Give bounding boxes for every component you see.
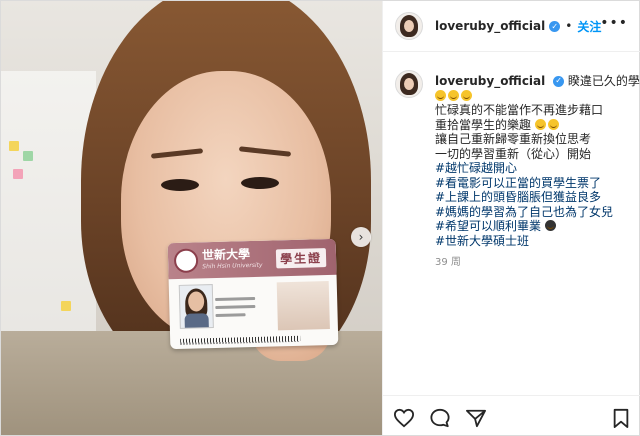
hashtag-link[interactable]: #媽媽的學習為了自己也為了女兒 — [435, 205, 640, 220]
post-timestamp[interactable]: 39 周 — [435, 256, 640, 271]
post-header: loveruby_official ✓ • 关注 ••• — [383, 1, 640, 52]
hashtag-row: #希望可以順利畢業 — [435, 219, 640, 234]
caption-first-line: 睽違已久的學生證 — [567, 74, 640, 88]
hashtag-link[interactable]: #上課上的頭昏腦脹但獲益良多 — [435, 190, 640, 205]
left-eye — [161, 179, 199, 191]
id-school-name-en: Shih Hsin University — [202, 261, 263, 271]
id-info-lines — [215, 296, 256, 322]
caption-area: loveruby_official ✓ 睽違已久的學生證 忙碌真的不能當作不再進… — [383, 52, 640, 271]
right-eye — [241, 177, 279, 189]
id-campus-image — [276, 281, 330, 331]
sticky-note — [23, 151, 33, 161]
id-portrait — [178, 284, 214, 329]
caption-avatar[interactable] — [395, 70, 423, 98]
hashtag-link[interactable]: #希望可以順利畢業 — [435, 219, 541, 233]
sticky-note — [9, 141, 19, 151]
post-side-panel: loveruby_official ✓ • 关注 ••• loveruby_of… — [382, 1, 640, 435]
graduation-cap-emoji-icon — [544, 220, 556, 231]
share-icon[interactable] — [465, 408, 487, 428]
caption-row: loveruby_official ✓ 睽違已久的學生證 忙碌真的不能當作不再進… — [395, 70, 640, 271]
student-id-card: 世新大學 Shih Hsin University 學生證 — [167, 238, 339, 350]
nerd-emoji-icon — [547, 118, 559, 130]
emoji-row — [435, 89, 640, 104]
comment-icon[interactable] — [429, 408, 451, 428]
next-slide-button[interactable]: › — [351, 227, 371, 247]
instagram-post: 世新大學 Shih Hsin University 學生證 › loveruby… — [0, 0, 640, 436]
verified-badge-icon: ✓ — [549, 20, 561, 32]
more-options-icon[interactable]: ••• — [600, 15, 628, 31]
id-school-name: 世新大學 — [201, 247, 251, 263]
bookmark-icon[interactable] — [610, 408, 632, 428]
chevron-right-icon: › — [358, 230, 364, 244]
hashtag-link[interactable]: #世新大學碩士班 — [435, 234, 640, 249]
hashtag-link[interactable]: #越忙碌越開心 — [435, 161, 640, 176]
caption-line: 忙碌真的不能當作不再進步藉口 — [435, 103, 604, 117]
caption-line: 重拾當學生的樂趣 — [435, 118, 640, 133]
caption-line: 讓自己重新歸零重新換位思考 — [435, 132, 592, 146]
grin-emoji-icon — [461, 89, 472, 101]
grin-emoji-icon — [435, 89, 446, 101]
id-barcode — [180, 335, 301, 345]
header-username[interactable]: loveruby_official — [435, 19, 545, 33]
verified-badge-icon: ✓ — [553, 76, 565, 87]
id-card-header: 世新大學 Shih Hsin University 學生證 — [167, 238, 337, 280]
caption-username[interactable]: loveruby_official — [435, 74, 545, 88]
post-photo[interactable]: 世新大學 Shih Hsin University 學生證 › — [1, 1, 382, 435]
avatar[interactable] — [395, 12, 423, 40]
id-card-title: 學生證 — [275, 248, 327, 269]
grin-emoji-icon — [448, 89, 459, 101]
university-logo-icon — [173, 248, 199, 274]
sticky-note — [13, 169, 23, 179]
nerd-emoji-icon — [534, 118, 546, 130]
hashtag-link[interactable]: #看電影可以正當的買學生票了 — [435, 176, 640, 191]
caption-text: loveruby_official ✓ 睽違已久的學生證 忙碌真的不能當作不再進… — [435, 74, 640, 271]
header-separator: • — [565, 19, 573, 33]
follow-button[interactable]: 关注 — [577, 18, 601, 35]
sticky-note — [61, 301, 71, 311]
action-bar — [383, 395, 640, 436]
caption-line: 一切的學習重新（從心）開始 — [435, 146, 592, 161]
heart-icon[interactable] — [393, 408, 415, 428]
